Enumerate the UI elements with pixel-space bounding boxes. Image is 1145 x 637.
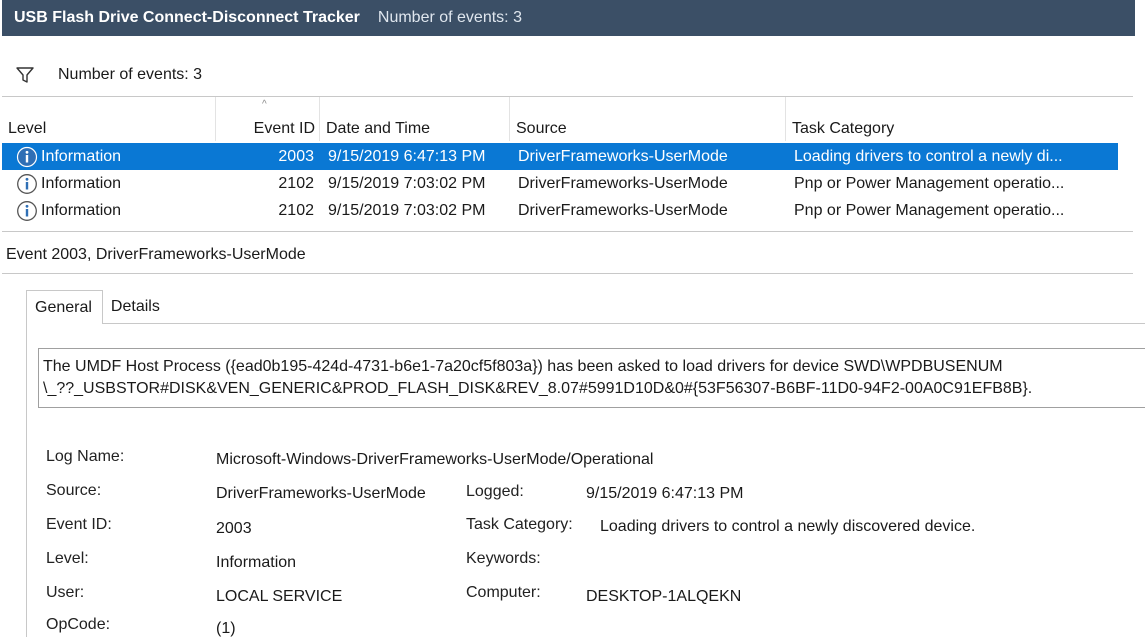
info-icon (17, 200, 37, 221)
log-name-label: Log Name: (46, 448, 125, 465)
column-header-task-category[interactable]: Task Category (786, 97, 1133, 141)
info-icon (16, 146, 38, 167)
tab-details[interactable]: Details (103, 290, 170, 324)
cell-level: Information (16, 170, 216, 197)
column-header-level[interactable]: Level (2, 97, 216, 141)
opcode-value: (1) (216, 620, 236, 637)
level-value: Information (216, 554, 297, 571)
task-category-label: Task Category: (466, 516, 573, 533)
level-label: Level: (46, 550, 89, 567)
cell-event-id: 2102 (278, 201, 314, 219)
cell-event-id: 2003 (278, 147, 314, 165)
event-message[interactable]: The UMDF Host Process ({ead0b195-424d-47… (38, 348, 1145, 408)
cell-level: Information (16, 197, 216, 224)
title-event-count: Number of events: 3 (377, 9, 522, 26)
computer-label: Computer: (466, 584, 541, 601)
source-value: DriverFrameworks-UserMode (216, 485, 426, 502)
logged-label: Logged: (466, 483, 524, 500)
table-row[interactable]: Information 2102 9/15/2019 7:03:02 PM Dr… (2, 170, 1118, 197)
detail-tabs: General Details (26, 290, 170, 324)
event-id-value: 2003 (216, 520, 252, 537)
cell-date-time: 9/15/2019 6:47:13 PM (328, 147, 486, 165)
cell-level: Information (16, 143, 216, 170)
cell-event-id: 2102 (278, 174, 314, 192)
column-header-event-id[interactable]: Event ID (216, 97, 320, 141)
keywords-label: Keywords: (466, 550, 541, 567)
task-category-value: Loading drivers to control a newly disco… (600, 518, 976, 535)
cell-date-time: 9/15/2019 7:03:02 PM (328, 201, 486, 219)
filter-event-count: Number of events: 3 (58, 66, 203, 83)
user-value: LOCAL SERVICE (216, 588, 343, 605)
column-header-date-time[interactable]: Date and Time (320, 97, 510, 141)
info-icon (17, 173, 37, 194)
grid-header: Level Event ID Date and Time Source Task… (2, 97, 1133, 141)
cell-source: DriverFrameworks-UserMode (518, 174, 728, 192)
cell-source: DriverFrameworks-UserMode (518, 201, 728, 219)
event-message-line: The UMDF Host Process ({ead0b195-424d-47… (43, 358, 1003, 375)
user-label: User: (46, 584, 85, 601)
cell-source: DriverFrameworks-UserMode (518, 147, 728, 165)
opcode-label: OpCode: (46, 616, 111, 633)
event-message-line: \_??_USBSTOR#DISK&VEN_GENERIC&PROD_FLASH… (43, 380, 1033, 397)
filter-bar: Number of events: 3 (2, 58, 1133, 92)
window-titlebar: USB Flash Drive Connect-Disconnect Track… (0, 0, 1145, 36)
titlebar-band: USB Flash Drive Connect-Disconnect Track… (2, 0, 1135, 36)
table-row[interactable]: Information 2003 9/15/2019 6:47:13 PM Dr… (2, 143, 1118, 170)
column-header-source[interactable]: Source (510, 97, 786, 141)
events-grid: Level Event ID Date and Time Source Task… (2, 96, 1133, 232)
event-id-label: Event ID: (46, 516, 112, 533)
cell-task-category: Pnp or Power Management operatio... (794, 174, 1065, 192)
table-row[interactable]: Information 2102 9/15/2019 7:03:02 PM Dr… (2, 197, 1118, 224)
log-name-value: Microsoft-Windows-DriverFrameworks-UserM… (216, 451, 654, 468)
logged-value: 9/15/2019 6:47:13 PM (586, 485, 744, 502)
filter-icon[interactable] (14, 64, 36, 86)
tab-general[interactable]: General (26, 290, 103, 324)
event-detail-header: Event 2003, DriverFrameworks-UserMode (2, 236, 1133, 274)
source-label: Source: (46, 482, 102, 499)
cell-task-category: Loading drivers to control a newly di... (794, 147, 1063, 165)
cell-task-category: Pnp or Power Management operatio... (794, 201, 1065, 219)
app-title: USB Flash Drive Connect-Disconnect Track… (14, 9, 360, 26)
cell-date-time: 9/15/2019 7:03:02 PM (328, 174, 486, 192)
computer-value: DESKTOP-1ALQEKN (586, 588, 742, 605)
sort-ascending-icon: ^ (262, 99, 267, 110)
